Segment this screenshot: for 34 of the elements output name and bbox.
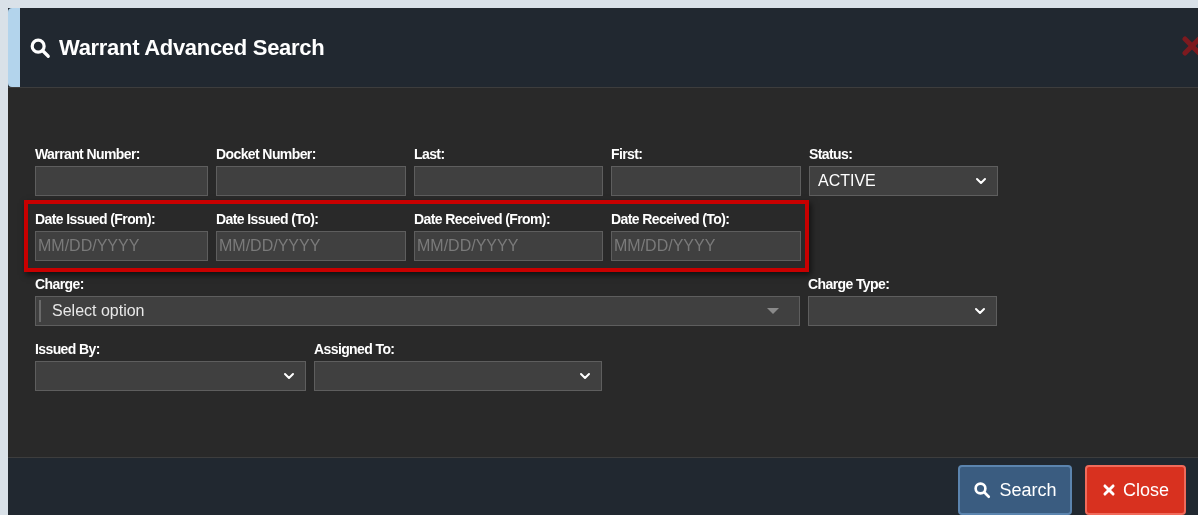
date-field[interactable]: MM/DD/YYYY (216, 231, 406, 261)
x-icon (1102, 483, 1116, 497)
close-button[interactable]: Close (1085, 465, 1186, 515)
field-label: Date Received (From): (414, 210, 551, 229)
field-label: Last: (414, 145, 446, 164)
caret-down-icon (767, 308, 779, 314)
text-field[interactable] (35, 166, 208, 196)
field-label: Status: (809, 145, 854, 164)
date-field[interactable]: MM/DD/YYYY (611, 231, 801, 261)
combobox-field[interactable]: Select option (35, 296, 800, 326)
field-label: Warrant Number: (35, 145, 141, 164)
select-dropdown[interactable] (35, 361, 306, 391)
select-dropdown[interactable] (314, 361, 602, 391)
field-label: Charge Type: (808, 275, 891, 294)
date-field[interactable]: MM/DD/YYYY (35, 231, 208, 261)
close-icon[interactable] (1180, 34, 1198, 58)
field-label: Issued By: (35, 340, 101, 359)
dialog-title: Warrant Advanced Search (59, 34, 325, 62)
field-label: First: (611, 145, 644, 164)
field-label: Docket Number: (216, 145, 317, 164)
field-label: Date Issued (To): (216, 210, 320, 229)
field-label: Assigned To: (314, 340, 396, 359)
select-dropdown[interactable] (808, 296, 997, 326)
select-dropdown[interactable]: ACTIVE (809, 166, 998, 196)
field-label: Charge: (35, 275, 85, 294)
search-icon (29, 36, 51, 59)
search-button[interactable]: Search (958, 465, 1072, 515)
search-icon (973, 481, 992, 499)
field-label: Date Received (To): (611, 210, 731, 229)
text-field[interactable] (414, 166, 603, 196)
text-field[interactable] (611, 166, 801, 196)
date-field[interactable]: MM/DD/YYYY (414, 231, 603, 261)
field-label: Date Issued (From): (35, 210, 157, 229)
text-field[interactable] (216, 166, 406, 196)
